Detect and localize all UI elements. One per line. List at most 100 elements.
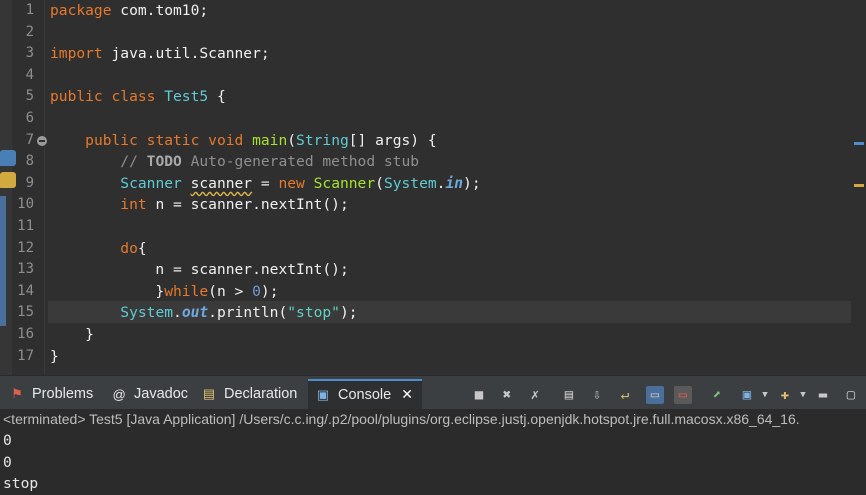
code-editor[interactable]: 1 package com.tom10; 2 3 import java.util.Sc… (0, 0, 866, 375)
tab-console[interactable]: ▣ Console ✕ (308, 379, 422, 409)
code-token: n = scanner.nextInt(); (155, 196, 349, 214)
show-on-stderr-icon[interactable]: ▭ (674, 386, 692, 404)
tab-problems[interactable]: ⚑ Problems (2, 379, 99, 409)
line-number: 2 (25, 23, 34, 40)
line-number: 5 (25, 88, 34, 105)
scroll-lock-icon[interactable]: ⇩ (588, 386, 606, 404)
javadoc-icon: @ (112, 386, 126, 402)
code-token: in (445, 174, 464, 192)
remove-all-terminated-icon[interactable]: ✗ (526, 386, 544, 404)
code-line[interactable]: 13 n = scanner.nextInt(); (0, 259, 866, 281)
close-icon[interactable]: ✕ (401, 387, 413, 403)
line-number: 1 (25, 2, 34, 18)
maximize-icon[interactable]: ▢ (842, 386, 860, 404)
code-line[interactable]: 4 (0, 65, 866, 87)
code-token: public class (50, 88, 165, 106)
word-wrap-icon[interactable]: ↵ (616, 386, 634, 404)
pin-console-icon[interactable]: ⬈ (708, 386, 726, 404)
warning-marker-icon[interactable] (0, 172, 16, 188)
code-token: // (120, 153, 147, 171)
console-output-line: 0 (3, 454, 12, 471)
tab-label: Declaration (224, 386, 298, 402)
code-line[interactable]: 10 int n = scanner.nextInt(); (0, 194, 866, 216)
minimize-icon[interactable]: ▬ (814, 386, 832, 404)
code-token: ); (463, 174, 481, 192)
code-text: public static void main(String[] args) { (50, 130, 436, 152)
display-console-icon[interactable]: ▣ (738, 386, 756, 404)
code-line[interactable]: 7 public static void main(String[] args)… (0, 130, 866, 152)
tab-javadoc[interactable]: @ Javadoc (104, 379, 194, 409)
remove-launch-icon[interactable]: ✖ (498, 386, 516, 404)
code-line[interactable]: 8 // TODO Auto-generated method stub (0, 151, 866, 173)
code-line[interactable]: 6 (0, 108, 866, 130)
line-number: 11 (17, 218, 34, 234)
code-token: new (278, 174, 314, 192)
code-token: public static void (85, 131, 253, 149)
code-token: do (120, 239, 138, 257)
code-line[interactable]: 1 package com.tom10; (0, 0, 866, 22)
code-token: { (137, 239, 147, 257)
line-number: 6 (25, 110, 34, 126)
line-number: 10 (17, 196, 34, 213)
terminate-icon[interactable]: ■ (470, 386, 488, 404)
code-token: n = scanner.nextInt(); (50, 261, 349, 279)
code-token: Scanner (120, 174, 191, 192)
override-marker-icon[interactable] (0, 150, 16, 166)
code-line[interactable]: 3 import java.util.Scanner; (0, 43, 866, 65)
code-text: Scanner scanner = new Scanner(System.in)… (50, 173, 481, 195)
console-view[interactable]: <terminated> Test5 [Java Application] /U… (0, 409, 866, 495)
code-token: } (50, 282, 165, 300)
line-number: 3 (25, 45, 34, 62)
code-text: // TODO Auto-generated method stub (50, 151, 419, 173)
code-line[interactable]: 12 do{ (0, 238, 866, 260)
overview-ruler[interactable] (852, 0, 866, 375)
code-token: java.util.Scanner; (111, 45, 270, 63)
code-line[interactable]: 16 } (0, 324, 866, 346)
show-on-stdout-icon[interactable]: ▭ (646, 386, 664, 404)
code-token: TODO (146, 153, 182, 171)
code-token: com.tom10; (120, 2, 209, 19)
code-token: ( (375, 174, 384, 192)
console-output-line: stop (3, 475, 39, 492)
line-number: 13 (17, 261, 34, 278)
tab-declaration[interactable]: ▤ Declaration (194, 379, 303, 409)
code-token: while (164, 282, 209, 300)
tab-label: Console (338, 387, 392, 403)
line-number: 4 (25, 66, 34, 83)
code-line[interactable]: 15 System.out.println("stop"); (0, 302, 866, 324)
code-token: String (296, 131, 349, 149)
code-line[interactable]: 9 Scanner scanner = new Scanner(System.i… (0, 173, 866, 195)
open-console-icon[interactable]: ✚ (776, 386, 794, 404)
fold-toggle-icon[interactable] (37, 135, 47, 146)
code-token: (n > (208, 282, 253, 300)
chevron-down-icon[interactable]: ▼ (756, 386, 774, 404)
code-line[interactable]: 17} (0, 346, 866, 368)
code-line[interactable]: 14 }while(n > 0); (0, 281, 866, 303)
code-token: .println( (208, 304, 288, 322)
line-number: 12 (17, 239, 34, 256)
overview-warning-mark[interactable] (854, 184, 864, 187)
code-line[interactable]: 2 (0, 22, 866, 44)
chevron-down-icon[interactable]: ▼ (794, 386, 812, 404)
code-token: System (383, 174, 437, 192)
code-line[interactable]: 11 (0, 216, 866, 238)
clear-console-icon[interactable]: ▤ (560, 386, 578, 404)
code-text: n = scanner.nextInt(); (50, 259, 349, 281)
overview-mark[interactable] (854, 142, 864, 145)
code-token: Scanner (313, 174, 376, 192)
code-line[interactable]: 5 public class Test5 { (0, 86, 866, 108)
line-number: 7 (25, 131, 34, 148)
code-token: 0 (252, 282, 261, 300)
code-text: } (50, 346, 59, 368)
problems-icon: ⚑ (11, 386, 23, 401)
code-token: ( (287, 131, 297, 149)
code-token: "stop" (287, 304, 340, 322)
code-token: Auto-generated method stub (181, 153, 420, 171)
code-token: int (120, 196, 156, 214)
code-token: ); (260, 282, 279, 300)
code-token: ); (339, 304, 358, 322)
console-output-line: 0 (3, 432, 12, 449)
